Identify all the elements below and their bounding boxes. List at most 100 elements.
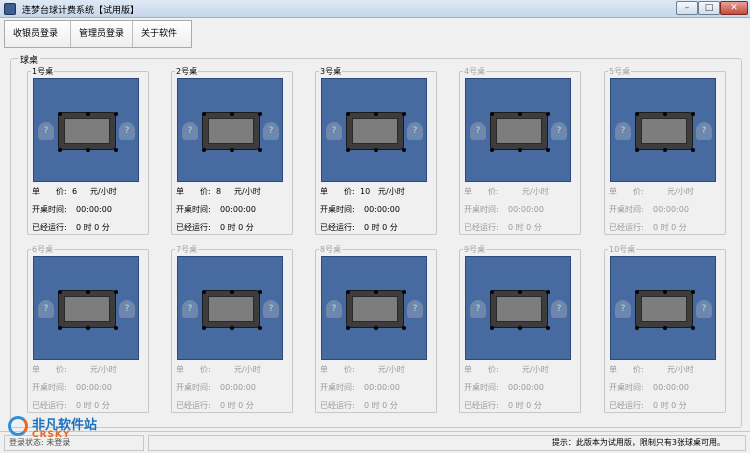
- pool-table-card[interactable]: 2号桌?? 单 价: 8 元/小时 开桌时间: 00:00:00 已经运行: 0 时 0 分: [171, 66, 293, 235]
- pocket-icon: [202, 148, 206, 152]
- toolbar: 收银员登录 管理员登录 关于软件: [4, 20, 192, 48]
- pool-table-card[interactable]: 9号桌?? 单 价: 元/小时 开桌时间: 00:00:00 已经运行: 0 时 0 分: [459, 244, 581, 413]
- pool-table-card[interactable]: 1号桌?? 单 价: 6 元/小时 开桌时间: 00:00:00 已经运行: 0 时 0 分: [27, 66, 149, 235]
- open-time-row: 开桌时间: 00:00:00: [464, 382, 544, 393]
- elapsed-label: 已经运行:: [609, 401, 644, 410]
- open-time-value: 00:00:00: [76, 383, 112, 392]
- player-placeholder-icon: ?: [38, 300, 54, 318]
- elapsed-value: 0 时 0 分: [653, 401, 687, 410]
- pocket-icon: [86, 326, 90, 330]
- pool-table-card[interactable]: 8号桌?? 单 价: 元/小时 开桌时间: 00:00:00 已经运行: 0 时 0 分: [315, 244, 437, 413]
- open-time-row: 开桌时间: 00:00:00: [320, 204, 400, 215]
- price-row: 单 价: 元/小时: [176, 364, 261, 375]
- pocket-icon: [346, 148, 350, 152]
- pool-table-card[interactable]: 4号桌?? 单 价: 元/小时 开桌时间: 00:00:00 已经运行: 0 时 0 分: [459, 66, 581, 235]
- price-row: 单 价: 8 元/小时: [176, 186, 261, 197]
- elapsed-row: 已经运行: 0 时 0 分: [176, 222, 254, 233]
- elapsed-row: 已经运行: 0 时 0 分: [176, 400, 254, 411]
- open-time-row: 开桌时间: 00:00:00: [32, 382, 112, 393]
- player-placeholder-icon: ?: [470, 122, 486, 140]
- pool-table-image[interactable]: ??: [465, 78, 571, 182]
- pool-table-card[interactable]: 3号桌?? 单 价: 10 元/小时 开桌时间: 00:00:00 已经运行: 0 时 0 分: [315, 66, 437, 235]
- open-time-label: 开桌时间:: [609, 383, 644, 392]
- price-row: 单 价: 元/小时: [464, 364, 549, 375]
- open-time-row: 开桌时间: 00:00:00: [464, 204, 544, 215]
- price-label: 单 价:: [609, 187, 644, 196]
- open-time-value: 00:00:00: [364, 383, 400, 392]
- pocket-icon: [114, 148, 118, 152]
- pocket-icon: [490, 112, 494, 116]
- close-button[interactable]: ✕: [720, 1, 748, 15]
- pocket-icon: [402, 112, 406, 116]
- admin-login-button[interactable]: 管理员登录: [71, 21, 133, 47]
- pool-table-icon: [635, 290, 695, 330]
- open-time-value: 00:00:00: [364, 205, 400, 214]
- pocket-icon: [635, 290, 639, 294]
- elapsed-label: 已经运行:: [32, 223, 67, 232]
- pocket-icon: [58, 326, 62, 330]
- pool-table-card[interactable]: 5号桌?? 单 价: 元/小时 开桌时间: 00:00:00 已经运行: 0 时 0 分: [604, 66, 726, 235]
- open-time-label: 开桌时间:: [176, 205, 211, 214]
- player-placeholder-icon: ?: [551, 300, 567, 318]
- pool-table-card[interactable]: 6号桌?? 单 价: 元/小时 开桌时间: 00:00:00 已经运行: 0 时 0 分: [27, 244, 149, 413]
- pool-table-image[interactable]: ??: [610, 78, 716, 182]
- watermark-sub: CRSKY: [32, 430, 71, 440]
- elapsed-row: 已经运行: 0 时 0 分: [320, 400, 398, 411]
- player-placeholder-icon: ?: [470, 300, 486, 318]
- pocket-icon: [691, 148, 695, 152]
- player-placeholder-icon: ?: [182, 300, 198, 318]
- pocket-icon: [490, 290, 494, 294]
- open-time-value: 00:00:00: [220, 383, 256, 392]
- pool-table-image[interactable]: ??: [321, 256, 427, 360]
- pocket-icon: [518, 290, 522, 294]
- price-label: 单 价:: [176, 187, 211, 196]
- pool-table-image[interactable]: ??: [465, 256, 571, 360]
- elapsed-value: 0 时 0 分: [76, 401, 110, 410]
- pocket-icon: [346, 326, 350, 330]
- open-time-value: 00:00:00: [76, 205, 112, 214]
- table-name: 2号桌: [175, 66, 199, 77]
- player-placeholder-icon: ?: [326, 300, 342, 318]
- open-time-label: 开桌时间:: [609, 205, 644, 214]
- elapsed-value: 0 时 0 分: [508, 401, 542, 410]
- pool-table-image[interactable]: ??: [321, 78, 427, 182]
- pool-table-image[interactable]: ??: [33, 256, 139, 360]
- maximize-button[interactable]: □: [698, 1, 720, 15]
- elapsed-label: 已经运行:: [320, 223, 355, 232]
- price-label: 单 价:: [320, 187, 355, 196]
- elapsed-value: 0 时 0 分: [653, 223, 687, 232]
- player-placeholder-icon: ?: [407, 122, 423, 140]
- pocket-icon: [402, 290, 406, 294]
- open-time-label: 开桌时间:: [176, 383, 211, 392]
- elapsed-row: 已经运行: 0 时 0 分: [464, 400, 542, 411]
- open-time-row: 开桌时间: 00:00:00: [32, 204, 112, 215]
- elapsed-label: 已经运行:: [176, 223, 211, 232]
- price-row: 单 价: 元/小时: [320, 364, 405, 375]
- cashier-login-button[interactable]: 收银员登录: [5, 21, 71, 47]
- elapsed-value: 0 时 0 分: [508, 223, 542, 232]
- pool-table-card[interactable]: 10号桌?? 单 价: 元/小时 开桌时间: 00:00:00 已经运行: 0 时 0 分: [604, 244, 726, 413]
- open-time-value: 00:00:00: [220, 205, 256, 214]
- player-placeholder-icon: ?: [551, 122, 567, 140]
- pool-table-icon: [58, 112, 118, 152]
- open-time-value: 00:00:00: [653, 205, 689, 214]
- pocket-icon: [114, 290, 118, 294]
- price-unit: 元/小时: [90, 187, 117, 196]
- minimize-button[interactable]: –: [676, 1, 698, 15]
- pocket-icon: [202, 326, 206, 330]
- about-button[interactable]: 关于软件: [133, 21, 191, 47]
- pocket-icon: [230, 148, 234, 152]
- player-placeholder-icon: ?: [407, 300, 423, 318]
- table-name: 8号桌: [319, 244, 343, 255]
- pocket-icon: [374, 112, 378, 116]
- pool-table-image[interactable]: ??: [177, 256, 283, 360]
- title-bar: 连梦台球计费系统【试用版】 – □ ✕: [0, 0, 750, 18]
- pool-table-image[interactable]: ??: [177, 78, 283, 182]
- pool-table-icon: [490, 290, 550, 330]
- pool-table-image[interactable]: ??: [33, 78, 139, 182]
- price-unit: 元/小时: [522, 187, 549, 196]
- pocket-icon: [258, 326, 262, 330]
- pool-table-image[interactable]: ??: [610, 256, 716, 360]
- player-placeholder-icon: ?: [263, 300, 279, 318]
- pool-table-card[interactable]: 7号桌?? 单 价: 元/小时 开桌时间: 00:00:00 已经运行: 0 时 0 分: [171, 244, 293, 413]
